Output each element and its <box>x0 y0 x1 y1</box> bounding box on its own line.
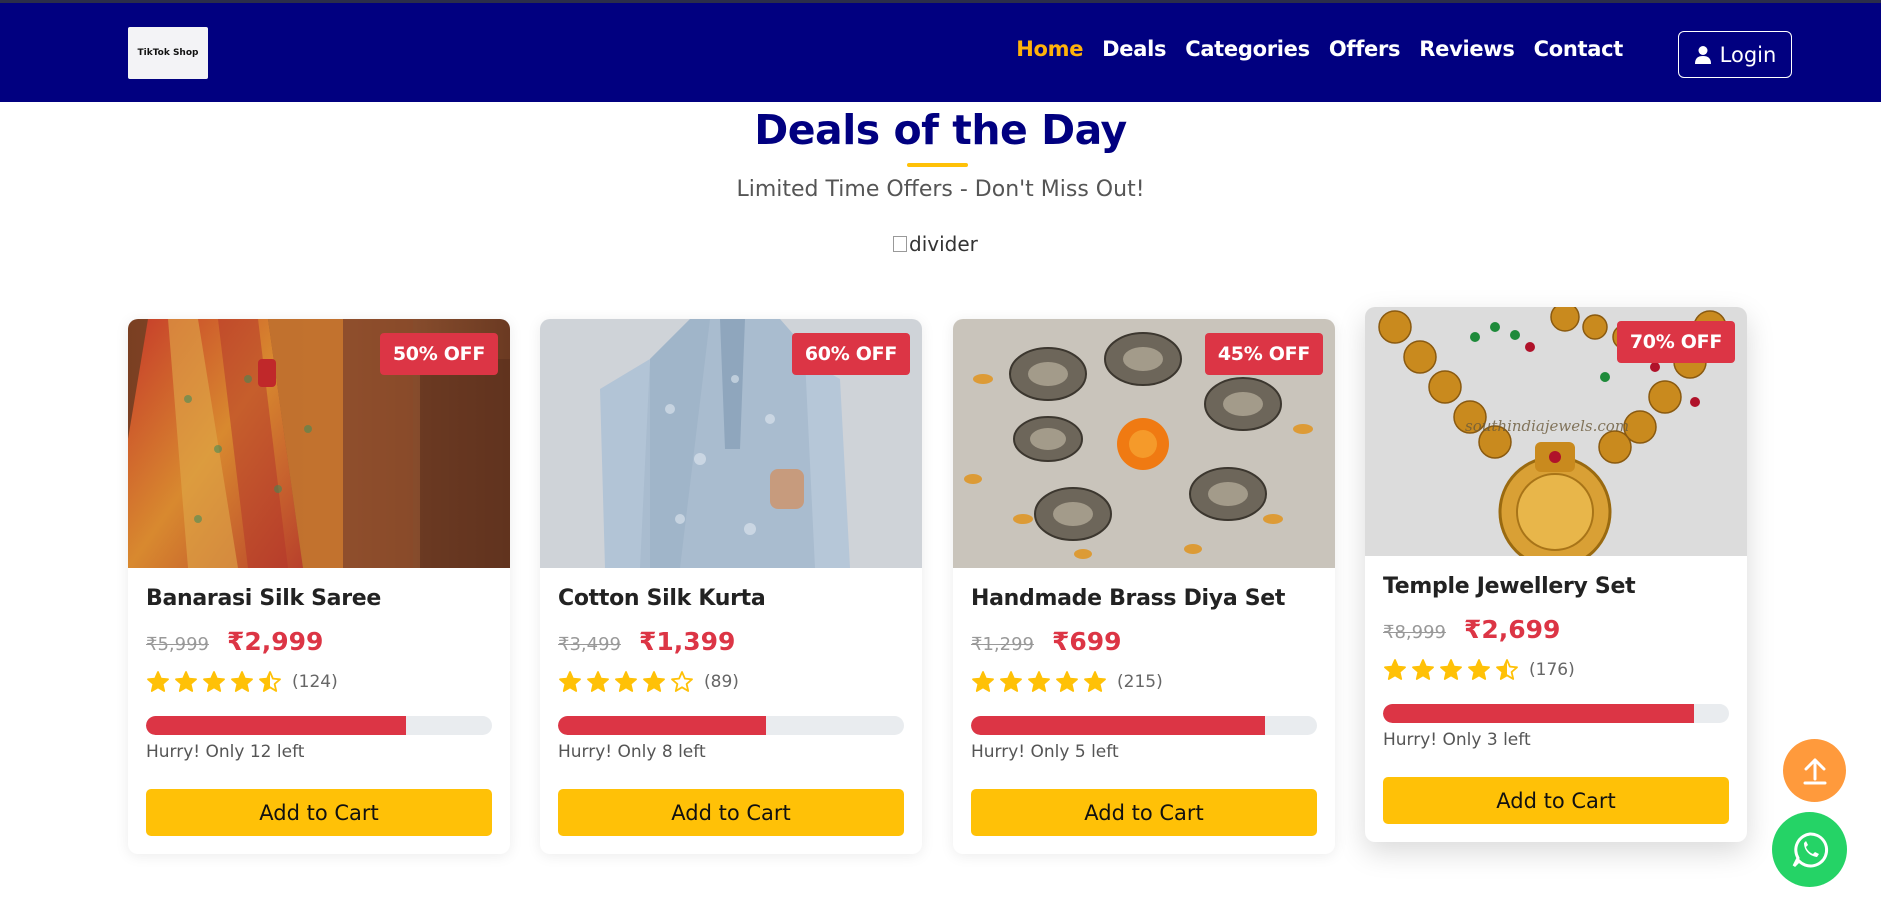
logo-text: TikTok Shop <box>137 48 199 58</box>
login-label: Login <box>1719 42 1777 67</box>
star-rating <box>1383 658 1519 682</box>
stock-text: Hurry! Only 8 left <box>558 742 706 762</box>
new-price: ₹1,399 <box>638 627 736 656</box>
star-half-icon <box>1496 659 1518 680</box>
divider-image: divider <box>893 232 978 256</box>
star-full-icon <box>203 671 225 692</box>
stock-fill <box>1383 704 1695 723</box>
star-full-icon <box>147 671 169 692</box>
star-full-icon <box>1440 659 1462 680</box>
old-price: ₹1,299 <box>971 634 1034 655</box>
product-card: 50% OFF Banarasi Silk Saree ₹5,999 ₹2,99… <box>128 319 510 854</box>
review-count: (124) <box>292 672 338 692</box>
star-full-icon <box>643 671 665 692</box>
star-full-icon <box>1000 671 1022 692</box>
new-price: ₹699 <box>1051 627 1122 656</box>
diya-image[interactable]: 45% OFF <box>953 319 1335 568</box>
discount-badge: 70% OFF <box>1616 321 1735 363</box>
stock-progress-bar <box>971 716 1317 735</box>
old-price: ₹5,999 <box>146 634 209 655</box>
jewellery-image[interactable]: southindiajewels.com 70% OFF <box>1365 307 1747 556</box>
old-price: ₹8,999 <box>1383 622 1446 643</box>
nav-deals[interactable]: Deals <box>1102 37 1166 61</box>
top-navbar: TikTok Shop Home Deals Categories Offers… <box>0 0 1881 102</box>
stock-fill <box>146 716 406 735</box>
stock-fill <box>558 716 766 735</box>
star-empty-icon <box>671 671 693 692</box>
star-full-icon <box>1468 659 1490 680</box>
stock-progress-bar <box>1383 704 1729 723</box>
product-name: Cotton Silk Kurta <box>558 586 766 611</box>
add-to-cart-button[interactable]: Add to Cart <box>1383 777 1729 824</box>
stock-fill <box>971 716 1266 735</box>
stock-text: Hurry! Only 12 left <box>146 742 305 762</box>
nav-categories[interactable]: Categories <box>1185 37 1310 61</box>
star-full-icon <box>972 671 994 692</box>
star-full-icon <box>1384 659 1406 680</box>
nav-home[interactable]: Home <box>1016 37 1083 61</box>
star-full-icon <box>1028 671 1050 692</box>
title-underline <box>907 163 968 167</box>
main-nav: Home Deals Categories Offers Reviews Con… <box>1016 37 1623 61</box>
star-full-icon <box>1412 659 1434 680</box>
scroll-to-top-button[interactable] <box>1783 739 1846 802</box>
star-rating <box>558 670 694 694</box>
stock-progress-bar <box>146 716 492 735</box>
product-name: Banarasi Silk Saree <box>146 586 382 611</box>
new-price: ₹2,699 <box>1463 615 1561 644</box>
star-full-icon <box>587 671 609 692</box>
star-rating <box>971 670 1107 694</box>
stock-text: Hurry! Only 3 left <box>1383 730 1531 750</box>
rating: (215) <box>971 670 1317 694</box>
user-icon <box>1694 45 1711 64</box>
rating: (176) <box>1383 658 1729 682</box>
add-to-cart-button[interactable]: Add to Cart <box>558 789 904 836</box>
arrow-up-icon <box>1803 758 1826 784</box>
saree-image[interactable]: 50% OFF <box>128 319 510 568</box>
star-full-icon <box>1056 671 1078 692</box>
section-subtitle: Limited Time Offers - Don't Miss Out! <box>736 177 1145 202</box>
add-to-cart-button[interactable]: Add to Cart <box>146 789 492 836</box>
login-button[interactable]: Login <box>1678 31 1792 78</box>
logo[interactable]: TikTok Shop <box>128 27 208 79</box>
product-name: Handmade Brass Diya Set <box>971 586 1286 611</box>
nav-offers[interactable]: Offers <box>1329 37 1401 61</box>
star-full-icon <box>559 671 581 692</box>
review-count: (215) <box>1117 672 1163 692</box>
star-full-icon <box>1084 671 1106 692</box>
discount-badge: 50% OFF <box>379 333 498 375</box>
product-card: southindiajewels.com 70% OFF Temple Jewe… <box>1365 307 1747 842</box>
nav-contact[interactable]: Contact <box>1534 37 1624 61</box>
discount-badge: 60% OFF <box>791 333 910 375</box>
star-rating <box>146 670 282 694</box>
rating: (89) <box>558 670 904 694</box>
stock-progress-bar <box>558 716 904 735</box>
review-count: (89) <box>704 672 739 692</box>
product-card: 60% OFF Cotton Silk Kurta ₹3,499 ₹1,399 … <box>540 319 922 854</box>
product-card: 45% OFF Handmade Brass Diya Set ₹1,299 ₹… <box>953 319 1335 854</box>
product-name: Temple Jewellery Set <box>1383 574 1636 599</box>
kurta-image[interactable]: 60% OFF <box>540 319 922 568</box>
new-price: ₹2,999 <box>226 627 324 656</box>
stock-text: Hurry! Only 5 left <box>971 742 1119 762</box>
section-title: Deals of the Day <box>754 106 1127 154</box>
divider-alt-text: divider <box>909 232 978 256</box>
whatsapp-button[interactable] <box>1772 812 1847 887</box>
image-watermark: southindiajewels.com <box>1465 417 1629 435</box>
star-full-icon <box>175 671 197 692</box>
star-half-icon <box>259 671 281 692</box>
nav-reviews[interactable]: Reviews <box>1419 37 1515 61</box>
discount-badge: 45% OFF <box>1204 333 1323 375</box>
broken-image-icon <box>893 236 907 252</box>
rating: (124) <box>146 670 492 694</box>
add-to-cart-button[interactable]: Add to Cart <box>971 789 1317 836</box>
review-count: (176) <box>1529 660 1575 680</box>
star-full-icon <box>231 671 253 692</box>
whatsapp-icon <box>1792 831 1828 867</box>
old-price: ₹3,499 <box>558 634 621 655</box>
star-full-icon <box>615 671 637 692</box>
